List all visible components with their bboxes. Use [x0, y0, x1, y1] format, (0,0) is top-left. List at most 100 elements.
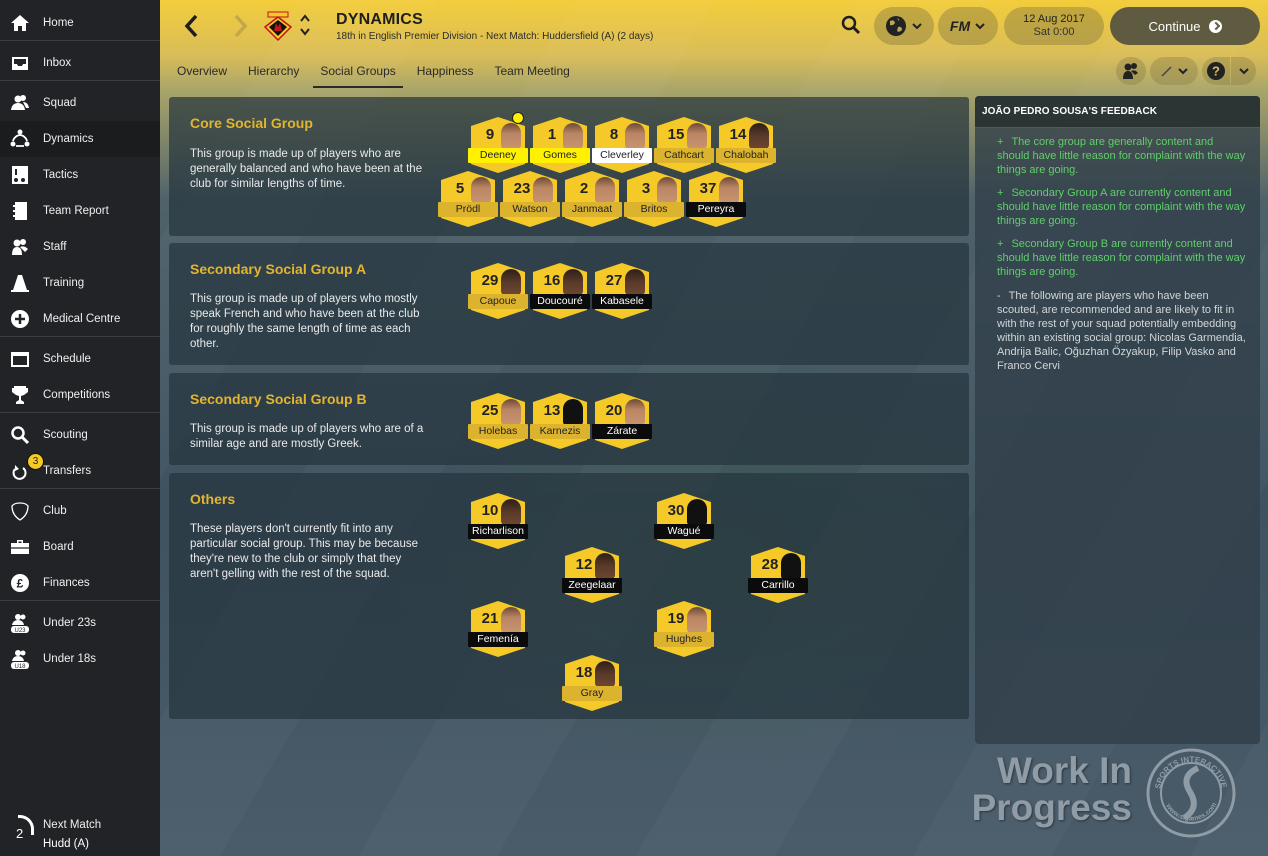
watford-crest-icon	[263, 11, 293, 42]
player-number: 20	[605, 402, 623, 419]
captain-icon	[512, 112, 524, 124]
sidebar-item-team-report[interactable]: Team Report	[0, 193, 160, 229]
group-title: Secondary Social Group A	[190, 261, 367, 277]
sidebar-item-competitions[interactable]: Competitions	[0, 377, 160, 413]
sidebar-item-label: Board	[43, 541, 74, 553]
player-face-image	[533, 177, 553, 203]
sidebar-item-staff[interactable]: Staff	[0, 229, 160, 265]
player-face-image	[625, 123, 645, 149]
player-number: 25	[481, 402, 499, 419]
player-chip[interactable]: 1 Gomes	[530, 117, 590, 173]
next-match-widget[interactable]: 2 Next Match Hudd (A)	[0, 812, 160, 856]
player-chip[interactable]: 14 Chalobah	[716, 117, 776, 173]
sidebar-item-medical-centre[interactable]: Medical Centre	[0, 301, 160, 337]
player-face-image	[563, 123, 583, 149]
sidebar-item-scouting[interactable]: Scouting	[0, 417, 160, 453]
sidebar-item-squad[interactable]: Squad	[0, 85, 160, 121]
player-face-image	[595, 553, 615, 579]
player-chip[interactable]: 18 Gray	[562, 655, 622, 711]
sidebar-item-label: Staff	[43, 241, 67, 253]
player-name: Prödl	[438, 202, 498, 217]
player-chip[interactable]: 16 Doucouré	[530, 263, 590, 319]
briefcase-icon	[10, 537, 30, 557]
player-number: 5	[455, 180, 465, 197]
sidebar-item-home[interactable]: Home	[0, 5, 160, 41]
player-chip[interactable]: 2 Janmaat	[562, 171, 622, 227]
search-icon	[10, 425, 30, 445]
club-switcher[interactable]	[298, 12, 312, 38]
player-chip[interactable]: 9 Deeney	[468, 112, 528, 173]
sports-interactive-logo: SPORTS INTERACTIVE www.sigames.com	[1146, 748, 1236, 838]
sidebar-item-schedule[interactable]: Schedule	[0, 341, 160, 377]
chevron-left-icon	[184, 14, 198, 38]
player-chip[interactable]: 25 Holebas	[468, 393, 528, 449]
player-name: Capoue	[468, 294, 528, 309]
player-name: Femenía	[468, 632, 528, 647]
tab-hierarchy[interactable]: Hierarchy	[241, 58, 306, 86]
club-crest[interactable]	[263, 11, 293, 42]
player-chip[interactable]: 23 Watson	[500, 171, 560, 227]
back-button[interactable]	[180, 12, 204, 40]
edit-menu-button[interactable]	[1150, 57, 1198, 85]
feedback-item: - The following are players who have been…	[997, 289, 1247, 373]
group-description: These players don't currently fit into a…	[190, 523, 418, 580]
watermark-line2: Progress	[971, 787, 1132, 828]
sidebar-item-tactics[interactable]: Tactics	[0, 157, 160, 193]
player-chip[interactable]: 5 Prödl	[438, 171, 498, 227]
player-chip[interactable]: 8 Cleverley	[592, 117, 652, 173]
player-chip[interactable]: 13 Karnezis	[530, 393, 590, 449]
player-chip[interactable]: 30 Wagué	[654, 493, 714, 549]
sidebar-item-label: Under 23s	[43, 617, 97, 629]
sidebar-item-dynamics[interactable]: Dynamics	[0, 121, 160, 157]
tab-happiness[interactable]: Happiness	[410, 58, 481, 86]
staff-view-button[interactable]	[1116, 57, 1146, 85]
sidebar-item-inbox[interactable]: Inbox	[0, 45, 160, 81]
player-name: Zeegelaar	[562, 578, 622, 593]
sidebar-item-under-18s[interactable]: U18 Under 18s	[0, 641, 160, 677]
fm-menu-button[interactable]: FM	[938, 7, 998, 45]
forward-button[interactable]	[228, 12, 252, 40]
sidebar-item-board[interactable]: Board	[0, 529, 160, 565]
player-chip[interactable]: 12 Zeegelaar	[562, 547, 622, 603]
date-display[interactable]: 12 Aug 2017 Sat 0:00	[1004, 7, 1104, 45]
sidebar-item-club[interactable]: Club	[0, 493, 160, 529]
player-chip[interactable]: 28 Carrillo	[748, 547, 808, 603]
player-chip[interactable]: 15 Cathcart	[654, 117, 714, 173]
player-chip[interactable]: 37 Pereyra	[686, 171, 746, 227]
player-chip[interactable]: 20 Zárate	[592, 393, 652, 449]
group-description: This group is made up of players who mos…	[190, 293, 420, 350]
player-name: Doucouré	[530, 294, 590, 309]
sidebar-item-training[interactable]: Training	[0, 265, 160, 301]
tab-team-meeting[interactable]: Team Meeting	[487, 58, 576, 86]
help-button[interactable]: ?	[1202, 57, 1230, 85]
player-name: Britos	[624, 202, 684, 217]
sidebar-item-finances[interactable]: £ Finances	[0, 565, 160, 601]
player-chip[interactable]: 27 Kabasele	[592, 263, 652, 319]
player-name: Carrillo	[748, 578, 808, 593]
tab-overview[interactable]: Overview	[170, 58, 234, 86]
tab-social-groups[interactable]: Social Groups	[313, 58, 404, 88]
continue-button[interactable]: Continue	[1110, 7, 1260, 45]
player-name: Cathcart	[654, 148, 714, 163]
world-menu-button[interactable]	[874, 7, 934, 45]
player-number: 37	[699, 180, 717, 197]
player-name: Gomes	[530, 148, 590, 163]
player-face-image	[501, 399, 521, 425]
sidebar-item-transfers[interactable]: 3 Transfers	[0, 453, 160, 489]
player-face-image	[595, 661, 615, 687]
player-name: Hughes	[654, 632, 714, 647]
player-face-image	[501, 269, 521, 295]
player-name: Zárate	[592, 424, 652, 439]
player-number: 12	[575, 556, 593, 573]
search-button[interactable]	[840, 14, 862, 36]
player-chip[interactable]: 29 Capoue	[468, 263, 528, 319]
player-chip[interactable]: 10 Richarlison	[468, 493, 528, 549]
minus-icon: -	[997, 290, 1001, 302]
player-face-image	[749, 123, 769, 149]
player-chip[interactable]: 3 Britos	[624, 171, 684, 227]
player-face-image	[563, 269, 583, 295]
sidebar-item-label: Home	[43, 17, 74, 29]
player-chip[interactable]: 19 Hughes	[654, 601, 714, 657]
sidebar-item-under-23s[interactable]: U23 Under 23s	[0, 605, 160, 641]
player-chip[interactable]: 21 Femenía	[468, 601, 528, 657]
